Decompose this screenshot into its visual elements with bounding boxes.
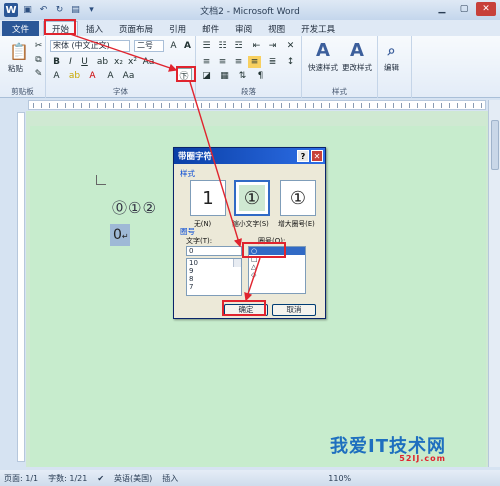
status-bar: 页面: 1/1 字数: 1/21 ✔ 英语(美国) 插入 110%: [0, 470, 500, 486]
insert-mode[interactable]: 插入: [162, 473, 178, 484]
page-count[interactable]: 页面: 1/1: [4, 473, 38, 484]
watermark: 我爱IT技术网 52IJ.com: [330, 432, 446, 463]
word-count[interactable]: 字数: 1/21: [48, 473, 87, 484]
language[interactable]: 英语(美国): [114, 473, 152, 484]
zoom-level[interactable]: 110%: [328, 474, 351, 483]
proofing-icon[interactable]: ✔: [97, 474, 104, 483]
annotation-arrows: [69, 33, 261, 302]
